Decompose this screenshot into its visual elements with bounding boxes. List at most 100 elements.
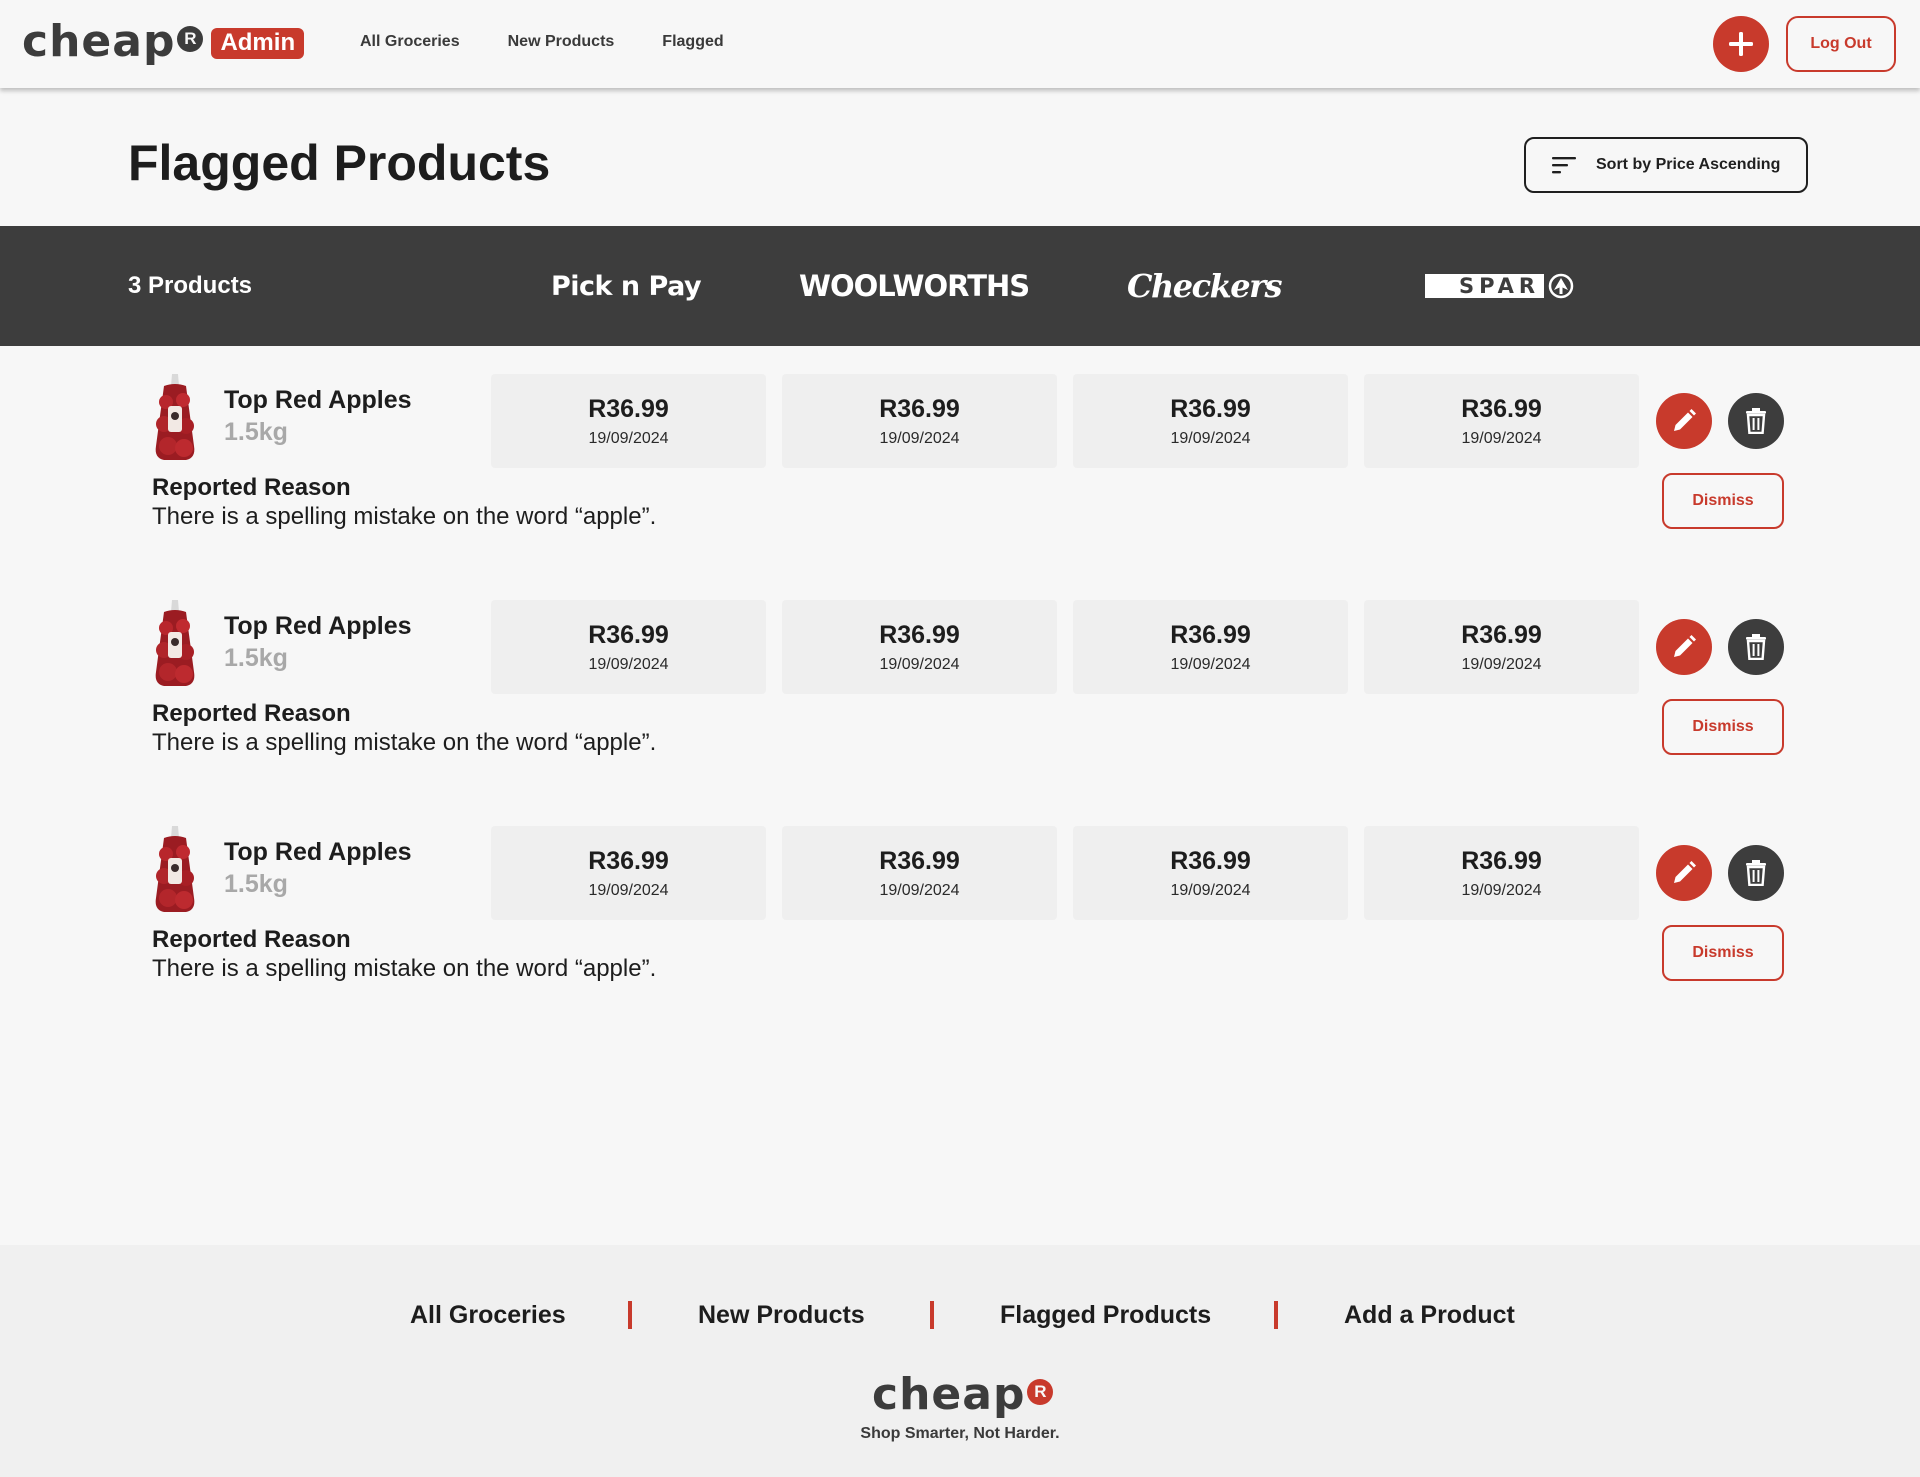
- price-date: 19/09/2024: [1461, 430, 1542, 447]
- price-value: R36.99: [1461, 395, 1542, 423]
- product-name[interactable]: Top Red Apples: [224, 612, 412, 641]
- price-value: R36.99: [1461, 847, 1542, 875]
- brand-logo[interactable]: cheap R Admin: [22, 16, 305, 67]
- footer-link-add-a-product[interactable]: Add a Product: [1344, 1301, 1515, 1330]
- reason-title: Reported Reason: [152, 474, 351, 501]
- footer-link-all-groceries[interactable]: All Groceries: [410, 1301, 566, 1330]
- sort-label: Sort by Price Ascending: [1596, 156, 1781, 173]
- price-date: 19/09/2024: [1170, 882, 1251, 899]
- price-card-checkers: R36.99 19/09/2024: [1073, 374, 1348, 468]
- price-card-pick-n-pay: R36.99 19/09/2024: [491, 826, 766, 920]
- dismiss-button[interactable]: Dismiss: [1662, 473, 1784, 529]
- footer-link-new-products[interactable]: New Products: [698, 1301, 865, 1330]
- nav-link-new-products[interactable]: New Products: [508, 33, 615, 51]
- sort-button[interactable]: Sort by Price Ascending: [1524, 137, 1808, 193]
- price-card-spar: R36.99 19/09/2024: [1364, 826, 1639, 920]
- brand-wordmark: cheap: [22, 16, 176, 67]
- admin-badge: Admin: [211, 27, 305, 59]
- store-logo-pick-n-pay: Pick n Pay: [551, 226, 702, 346]
- edit-button[interactable]: [1656, 393, 1712, 449]
- page-title: Flagged Products: [128, 135, 551, 191]
- edit-button[interactable]: [1656, 845, 1712, 901]
- footer-separator: [628, 1301, 632, 1329]
- product-count: 3 Products: [128, 272, 253, 299]
- dismiss-button[interactable]: Dismiss: [1662, 699, 1784, 755]
- price-date: 19/09/2024: [1461, 882, 1542, 899]
- price-value: R36.99: [879, 395, 960, 423]
- price-card-woolworths: R36.99 19/09/2024: [782, 826, 1057, 920]
- price-value: R36.99: [879, 621, 960, 649]
- price-value: R36.99: [588, 847, 669, 875]
- price-card-pick-n-pay: R36.99 19/09/2024: [491, 600, 766, 694]
- reason-text: There is a spelling mistake on the word …: [152, 955, 657, 982]
- price-date: 19/09/2024: [1461, 656, 1542, 673]
- plus-icon: [1729, 32, 1753, 56]
- price-card-woolworths: R36.99 19/09/2024: [782, 600, 1057, 694]
- brand-r-mark: R: [177, 26, 204, 52]
- store-logo-woolworths-text: WOOLWORTHS: [799, 269, 1030, 303]
- price-date: 19/09/2024: [588, 430, 669, 447]
- footer-brand-logo[interactable]: cheap R: [872, 1369, 1054, 1420]
- price-date: 19/09/2024: [1170, 430, 1251, 447]
- product-size: 1.5kg: [224, 418, 288, 446]
- footer-link-flagged-products[interactable]: Flagged Products: [1000, 1301, 1211, 1330]
- price-date: 19/09/2024: [588, 656, 669, 673]
- product-size: 1.5kg: [224, 644, 288, 672]
- logout-button[interactable]: Log Out: [1786, 16, 1896, 72]
- price-date: 19/09/2024: [879, 882, 960, 899]
- reason-title: Reported Reason: [152, 926, 351, 953]
- footer-separator: [930, 1301, 934, 1329]
- product-size: 1.5kg: [224, 870, 288, 898]
- store-logo-spar: SPAR: [1425, 226, 1574, 346]
- delete-button[interactable]: [1728, 393, 1784, 449]
- spar-tree-icon: [1548, 273, 1574, 299]
- store-logo-checkers: Checkers: [1127, 226, 1282, 346]
- store-logo-checkers-text: Checkers: [1127, 267, 1282, 305]
- reason-text: There is a spelling mistake on the word …: [152, 503, 657, 530]
- footer-tagline: Shop Smarter, Not Harder.: [860, 1425, 1060, 1442]
- trash-icon: [1746, 860, 1766, 886]
- pencil-icon: [1674, 861, 1696, 883]
- delete-button[interactable]: [1728, 619, 1784, 675]
- product-image: [155, 374, 195, 460]
- reason-title: Reported Reason: [152, 700, 351, 727]
- top-nav: cheap R Admin All Groceries New Products…: [0, 0, 1920, 88]
- price-value: R36.99: [1170, 395, 1251, 423]
- nav-links: All Groceries New Products Flagged: [360, 33, 772, 51]
- footer: All Groceries New Products Flagged Produ…: [0, 1245, 1920, 1477]
- store-logo-pick-n-pay-text: Pick n Pay: [551, 270, 702, 302]
- price-date: 19/09/2024: [879, 656, 960, 673]
- price-value: R36.99: [1170, 847, 1251, 875]
- flagged-product-row: Top Red Apples 1.5kg R36.99 19/09/2024 R…: [0, 370, 1920, 560]
- product-image: [155, 600, 195, 686]
- footer-separator: [1274, 1301, 1278, 1329]
- dismiss-button[interactable]: Dismiss: [1662, 925, 1784, 981]
- price-value: R36.99: [588, 621, 669, 649]
- price-date: 19/09/2024: [879, 430, 960, 447]
- store-logo-woolworths: WOOLWORTHS: [799, 226, 1030, 346]
- footer-brand-wordmark: cheap: [872, 1369, 1026, 1420]
- product-image: [155, 826, 195, 912]
- price-value: R36.99: [588, 395, 669, 423]
- add-product-button[interactable]: [1713, 16, 1769, 72]
- price-card-woolworths: R36.99 19/09/2024: [782, 374, 1057, 468]
- price-date: 19/09/2024: [1170, 656, 1251, 673]
- product-name[interactable]: Top Red Apples: [224, 386, 412, 415]
- nav-link-all-groceries[interactable]: All Groceries: [360, 33, 460, 51]
- footer-brand-r-mark: R: [1027, 1379, 1054, 1405]
- reason-text: There is a spelling mistake on the word …: [152, 729, 657, 756]
- price-card-pick-n-pay: R36.99 19/09/2024: [491, 374, 766, 468]
- price-card-checkers: R36.99 19/09/2024: [1073, 600, 1348, 694]
- nav-link-flagged[interactable]: Flagged: [662, 33, 723, 51]
- price-card-spar: R36.99 19/09/2024: [1364, 374, 1639, 468]
- edit-button[interactable]: [1656, 619, 1712, 675]
- product-name[interactable]: Top Red Apples: [224, 838, 412, 867]
- store-header-band: 3 Products Pick n Pay WOOLWORTHS Checker…: [0, 226, 1920, 346]
- pencil-icon: [1674, 409, 1696, 431]
- flagged-product-row: Top Red Apples 1.5kg R36.99 19/09/2024 R…: [0, 596, 1920, 786]
- delete-button[interactable]: [1728, 845, 1784, 901]
- store-logo-spar-text: SPAR: [1425, 274, 1545, 298]
- pencil-icon: [1674, 635, 1696, 657]
- price-value: R36.99: [1170, 621, 1251, 649]
- price-value: R36.99: [879, 847, 960, 875]
